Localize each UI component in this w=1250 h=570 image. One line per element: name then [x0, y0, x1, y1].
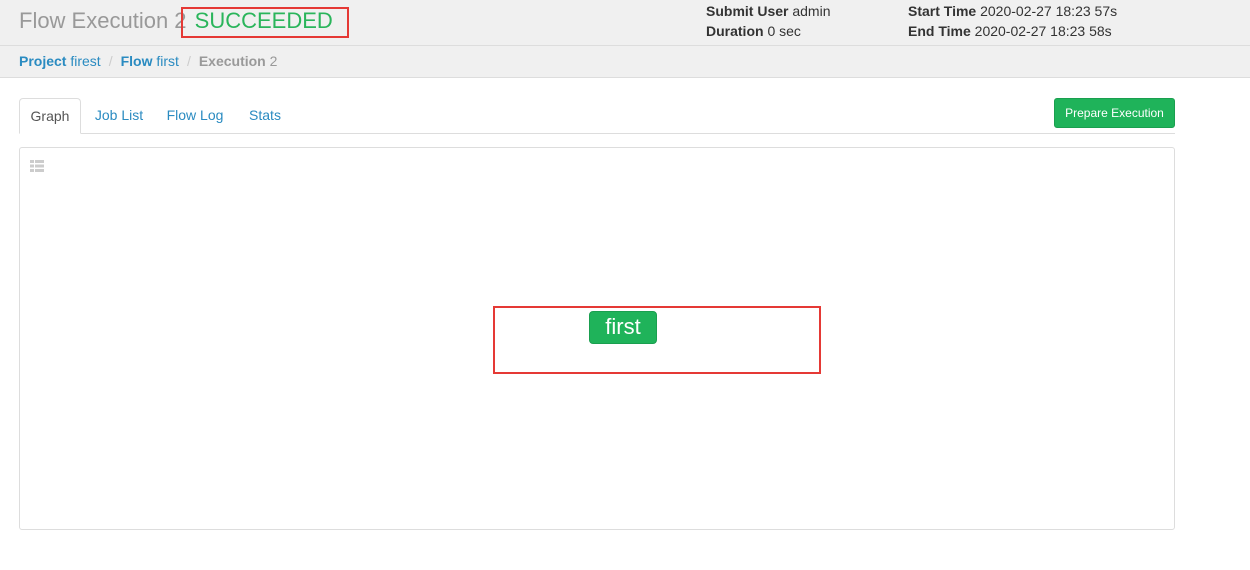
execution-meta-user: Submit User admin Duration 0 sec — [706, 1, 831, 41]
start-time-label: Start Time — [908, 3, 977, 19]
job-node-first[interactable]: first — [589, 311, 657, 344]
duration-label: Duration — [706, 23, 764, 39]
breadcrumb-project-link[interactable]: Project firest — [19, 53, 101, 69]
page-title: Flow Execution 2 SUCCEEDED — [19, 8, 333, 34]
breadcrumb-separator: / — [186, 53, 191, 69]
end-time-label: End Time — [908, 23, 971, 39]
duration-value: 0 sec — [767, 23, 801, 39]
breadcrumb-separator: / — [108, 53, 113, 69]
breadcrumb: Project firest / Flow first / Execution 2 — [0, 46, 1250, 78]
panel-toggle-icon[interactable] — [30, 160, 44, 172]
breadcrumb-project-value: firest — [70, 53, 101, 69]
end-time-value: 2020-02-27 18:23 58s — [974, 23, 1112, 39]
tab-flow-log[interactable]: Flow Log — [162, 98, 228, 134]
breadcrumb-execution-value: 2 — [269, 53, 278, 69]
submit-user-label: Submit User — [706, 3, 789, 19]
tab-graph[interactable]: Graph — [19, 98, 81, 134]
breadcrumb-flow-label: Flow — [120, 53, 153, 69]
breadcrumb-execution-label: Execution — [198, 53, 266, 69]
flow-execution-title: Flow Execution 2 — [19, 8, 187, 33]
start-time-value: 2020-02-27 18:23 57s — [980, 3, 1118, 19]
execution-meta-time: Start Time 2020-02-27 18:23 57s End Time… — [908, 1, 1117, 41]
page-header: Flow Execution 2 SUCCEEDED Submit User a… — [0, 0, 1250, 46]
tab-stats[interactable]: Stats — [241, 98, 289, 134]
execution-tabs: Graph Job List Flow Log Stats — [19, 98, 1175, 134]
breadcrumb-project-label: Project — [19, 53, 67, 69]
breadcrumb-flow-value: first — [156, 53, 179, 69]
breadcrumb-flow-link[interactable]: Flow first — [121, 53, 179, 69]
breadcrumb-execution: Execution 2 — [199, 53, 278, 69]
prepare-execution-button[interactable]: Prepare Execution — [1054, 98, 1175, 128]
submit-user-value: admin — [792, 3, 831, 19]
execution-status: SUCCEEDED — [194, 8, 333, 33]
tab-job-list[interactable]: Job List — [89, 98, 149, 134]
